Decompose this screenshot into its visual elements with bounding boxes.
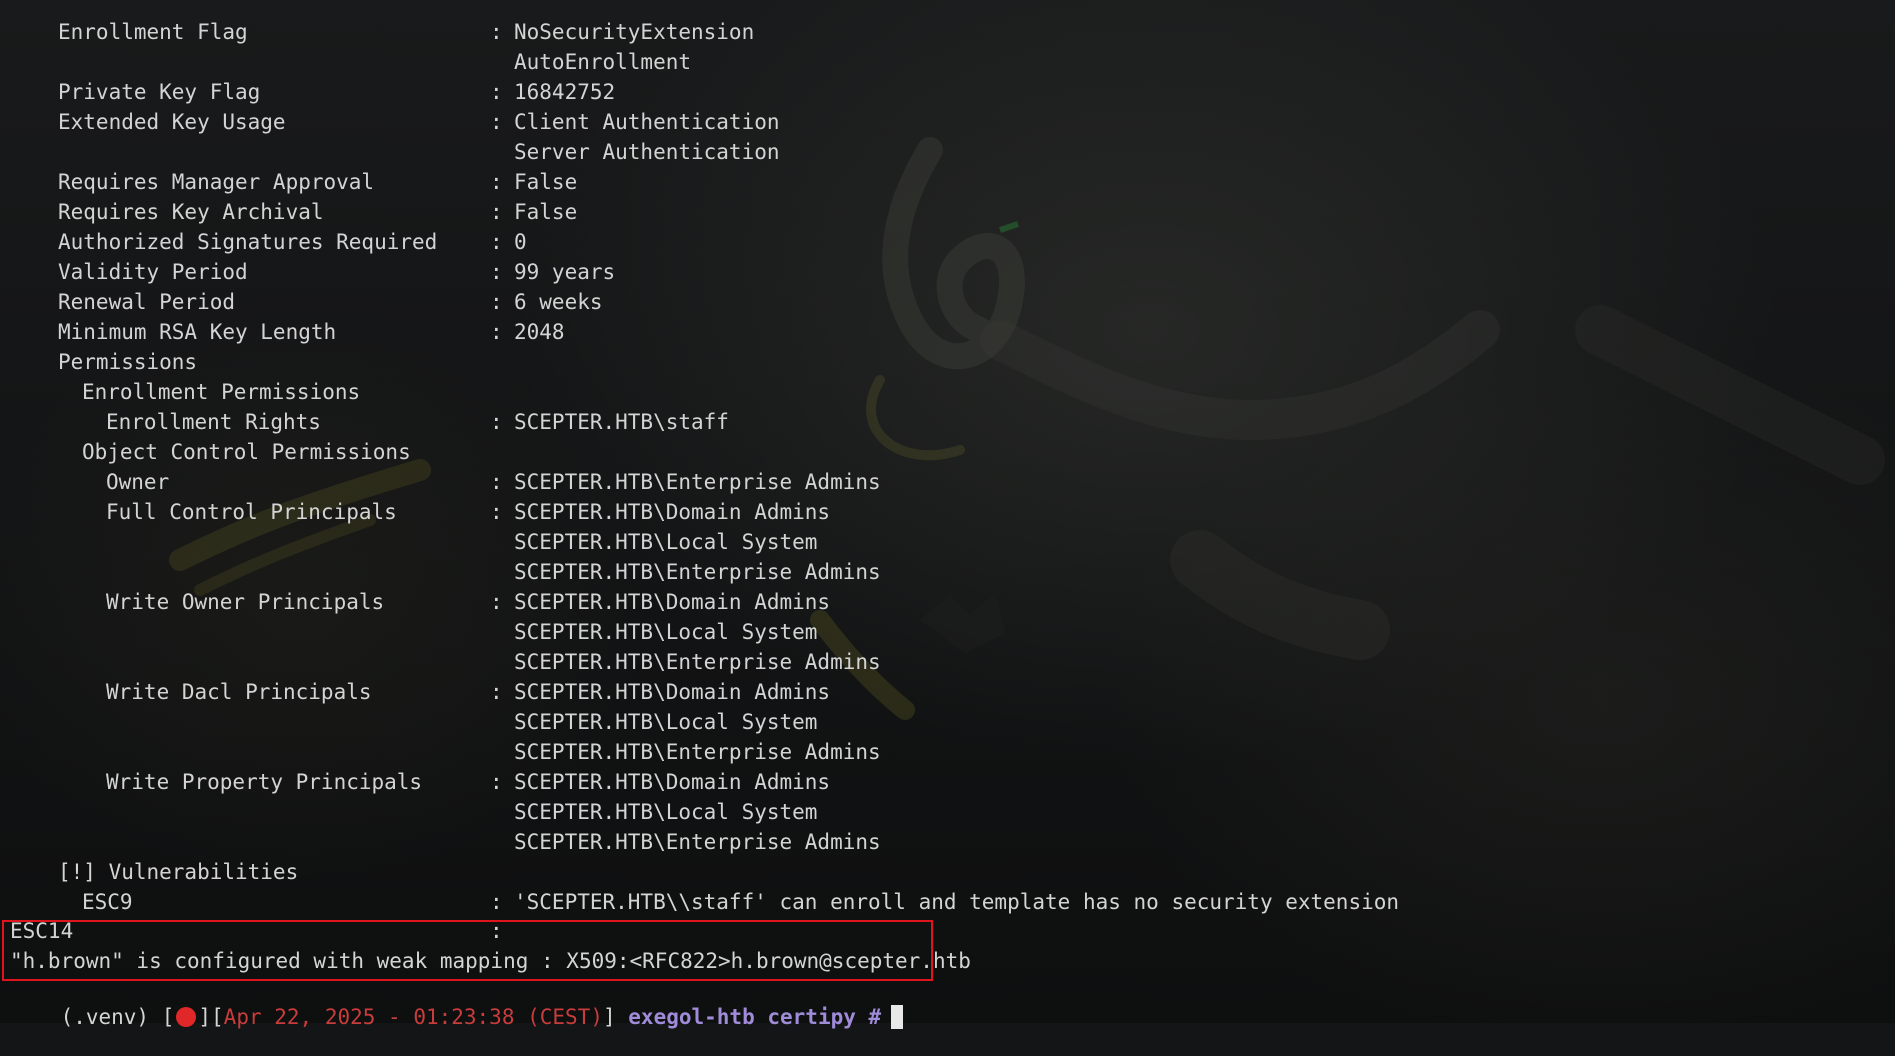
field-value: SCEPTER.HTB\Enterprise Admins (514, 470, 881, 494)
field-separator: : (490, 320, 503, 344)
field-value: NoSecurityExtension (514, 20, 755, 44)
field-value: SCEPTER.HTB\Enterprise Admins (514, 740, 881, 764)
esc14-label: ESC14 (10, 919, 74, 943)
field-label: Permissions (58, 350, 198, 374)
field-value: 2048 (514, 320, 565, 344)
field-value: SCEPTER.HTB\Enterprise Admins (514, 650, 881, 674)
field-separator: : (490, 110, 503, 134)
field-label: Validity Period (58, 260, 248, 284)
field-label: Requires Key Archival (58, 200, 324, 224)
field-value: 16842752 (514, 80, 616, 104)
field-separator: : (490, 260, 503, 284)
field-value: 99 years (514, 260, 616, 284)
prompt-bracket-mid: ][ (198, 1005, 224, 1029)
field-separator: : (490, 230, 503, 254)
field-label: [!] Vulnerabilities (58, 860, 299, 884)
field-label: Enrollment Permissions (82, 380, 361, 404)
field-value: SCEPTER.HTB\Local System (514, 530, 818, 554)
field-value: Client Authentication (514, 110, 780, 134)
prompt-venv: (.venv) [ (60, 1005, 175, 1029)
field-value: SCEPTER.HTB\Local System (514, 710, 818, 734)
field-label: Write Property Principals (106, 770, 423, 794)
field-separator: : (490, 290, 503, 314)
field-label: Minimum RSA Key Length (58, 320, 337, 344)
field-value: Server Authentication (514, 140, 780, 164)
field-separator: : (490, 470, 503, 494)
terminal-output[interactable]: ESC14 : "h.brown" is configured with wea… (0, 0, 1895, 1029)
text-cursor[interactable] (891, 1005, 904, 1029)
field-value: SCEPTER.HTB\Domain Admins (514, 500, 831, 524)
prompt-bracket-end: ] (602, 1005, 616, 1029)
field-separator: : (490, 200, 503, 224)
field-label: Extended Key Usage (58, 110, 286, 134)
field-value: False (514, 200, 578, 224)
field-value: SCEPTER.HTB\staff (514, 410, 729, 434)
field-separator: : (490, 770, 503, 794)
field-label: Enrollment Flag (58, 20, 248, 44)
field-separator: : (490, 680, 503, 704)
field-value: SCEPTER.HTB\Enterprise Admins (514, 560, 881, 584)
field-label: Owner (106, 470, 170, 494)
field-separator: : (490, 80, 503, 104)
prompt-host: exegol-htb (628, 1005, 755, 1029)
field-label: Write Dacl Principals (106, 680, 372, 704)
prompt-datetime: Apr 22, 2025 - 01:23:38 (CEST) (223, 1005, 603, 1029)
field-value: 6 weeks (514, 290, 603, 314)
field-label: Full Control Principals (106, 500, 397, 524)
field-value: SCEPTER.HTB\Domain Admins (514, 590, 831, 614)
field-label: Renewal Period (58, 290, 236, 314)
field-value: SCEPTER.HTB\Domain Admins (514, 770, 831, 794)
field-value: SCEPTER.HTB\Local System (514, 800, 818, 824)
field-value: SCEPTER.HTB\Domain Admins (514, 680, 831, 704)
field-separator: : (490, 500, 503, 524)
field-separator: : (490, 20, 503, 44)
field-separator: : (490, 410, 503, 434)
field-value: SCEPTER.HTB\Local System (514, 620, 818, 644)
field-separator: : (490, 890, 503, 914)
field-value: False (514, 170, 578, 194)
field-label: Requires Manager Approval (58, 170, 375, 194)
field-value: 0 (514, 230, 527, 254)
field-label: Authorized Signatures Required (58, 230, 438, 254)
prompt-cwd: certipy (767, 1005, 856, 1029)
prompt-symbol: # (868, 1005, 882, 1029)
field-value: SCEPTER.HTB\Enterprise Admins (514, 830, 881, 854)
field-separator: : (490, 590, 503, 614)
field-value: 'SCEPTER.HTB\\staff' can enroll and temp… (514, 890, 1400, 914)
field-separator: : (490, 170, 503, 194)
field-label: Enrollment Rights (106, 410, 321, 434)
record-dot-icon (176, 1007, 197, 1027)
field-label: Private Key Flag (58, 80, 261, 104)
weak-mapping-line: "h.brown" is configured with weak mappin… (10, 949, 971, 973)
field-value: AutoEnrollment (514, 50, 692, 74)
esc14-colon: : (490, 919, 503, 943)
field-label: Write Owner Principals (106, 590, 385, 614)
field-label: Object Control Permissions (82, 440, 411, 464)
shell-prompt[interactable]: (.venv) [ ][Apr 22, 2025 - 01:23:38 (CEST… (10, 978, 904, 1029)
field-label: ESC9 (82, 890, 133, 914)
